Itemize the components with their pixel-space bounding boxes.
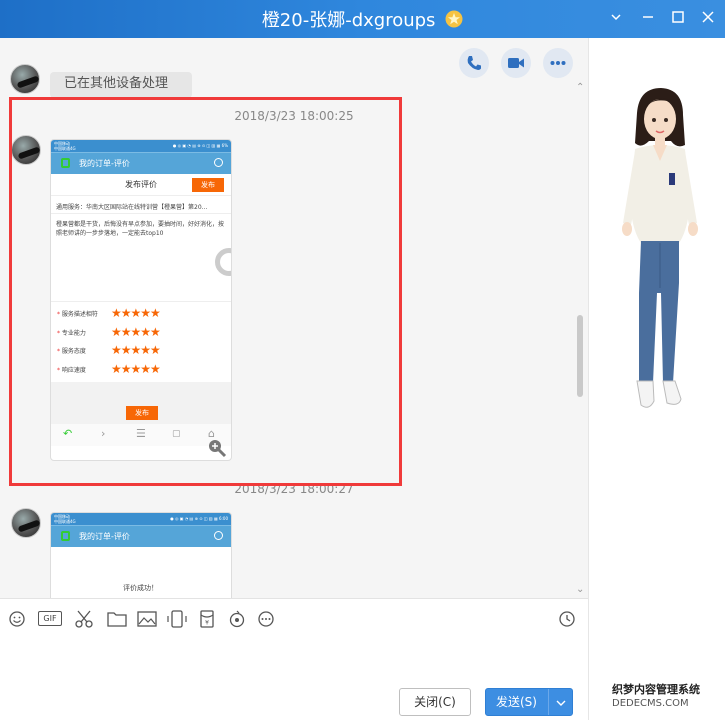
highlight-box bbox=[9, 97, 402, 486]
scroll-up-icon[interactable]: ⌃ bbox=[576, 82, 584, 93]
maximize-icon[interactable] bbox=[668, 9, 688, 29]
vip-star-icon bbox=[445, 10, 463, 28]
send-button[interactable]: 发送(S) bbox=[485, 688, 573, 716]
gif-icon[interactable]: GIF bbox=[38, 611, 62, 626]
scrollbar-thumb[interactable] bbox=[577, 315, 583, 397]
more-options-button[interactable] bbox=[543, 48, 573, 78]
input-area[interactable]: GIF ¥ 关闭(C) 发送(S) bbox=[0, 598, 588, 720]
phone-screen-icon[interactable] bbox=[166, 609, 188, 629]
title-bar: 橙20-张娜-dxgroups bbox=[0, 0, 725, 38]
message-text: 已在其他设备处理 bbox=[64, 76, 169, 91]
phone-status-bar: 中国移动 中国联通4G ● ◎ ▣ ◔ ▤ ⊕ ⊙ ◫ ▥ ▦ 6:00 bbox=[51, 513, 231, 525]
watermark-line1: 织梦内容管理系统 bbox=[612, 683, 700, 696]
send-button-label: 发送(S) bbox=[496, 695, 537, 709]
svg-text:¥: ¥ bbox=[205, 620, 209, 627]
avatar[interactable] bbox=[10, 64, 40, 94]
shake-icon[interactable] bbox=[226, 609, 248, 629]
voice-call-button[interactable] bbox=[459, 48, 489, 78]
lock-icon bbox=[61, 531, 70, 541]
contact-show-panel bbox=[588, 38, 725, 720]
watermark-line2: DEDECMS.COM bbox=[612, 698, 689, 709]
character-avatar-icon bbox=[622, 88, 698, 408]
folder-icon[interactable] bbox=[106, 609, 128, 629]
watermark: 织梦内容管理系统 DEDECMS.COM bbox=[612, 683, 700, 711]
send-options-chevron-icon[interactable] bbox=[548, 689, 572, 715]
phone-nav-bar: 我的订单-评价 bbox=[51, 525, 231, 547]
scissors-icon[interactable] bbox=[74, 609, 96, 629]
emoji-icon[interactable] bbox=[8, 609, 30, 629]
image-message[interactable]: 中国移动 中国联通4G ● ◎ ▣ ◔ ▤ ⊕ ⊙ ◫ ▥ ▦ 6:00 我的订单… bbox=[50, 512, 232, 598]
more-icon bbox=[550, 61, 566, 65]
phone-success-area: 评价成功！ bbox=[51, 547, 231, 598]
close-button[interactable]: 关闭(C) bbox=[399, 688, 471, 716]
close-icon[interactable] bbox=[698, 9, 718, 29]
red-packet-icon[interactable]: ¥ bbox=[196, 609, 218, 629]
message-bubble[interactable]: 已在其他设备处理 bbox=[50, 72, 192, 98]
refresh-icon bbox=[214, 531, 223, 540]
dropdown-icon[interactable] bbox=[606, 9, 626, 29]
minimize-icon[interactable] bbox=[638, 9, 658, 29]
image-icon[interactable] bbox=[136, 609, 158, 629]
history-clock-icon[interactable] bbox=[556, 609, 578, 629]
success-text: 评价成功！ bbox=[123, 584, 158, 592]
video-icon bbox=[508, 58, 524, 68]
avatar[interactable] bbox=[11, 508, 41, 538]
window-title: 橙20-张娜-dxgroups bbox=[261, 10, 436, 31]
video-call-button[interactable] bbox=[501, 48, 531, 78]
phone-icon bbox=[467, 56, 481, 70]
phone-nav-title: 我的订单-评价 bbox=[79, 532, 130, 541]
scroll-down-icon[interactable]: ⌄ bbox=[576, 584, 584, 595]
more-tools-icon[interactable] bbox=[256, 609, 278, 629]
